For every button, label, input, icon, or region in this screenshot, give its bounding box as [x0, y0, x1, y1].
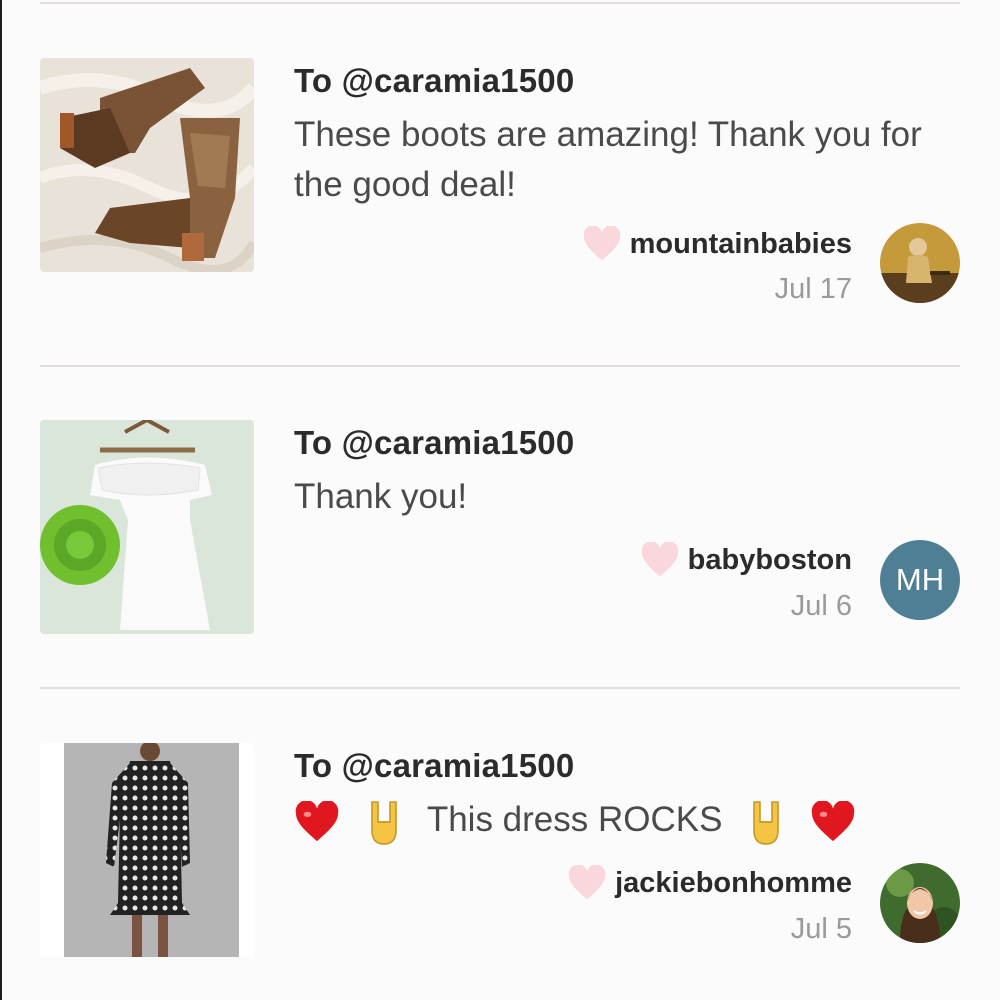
review-card: To @caramia1500 Thank you! babyboston Ju…: [40, 420, 960, 660]
avatar[interactable]: [880, 863, 960, 943]
message-text: This dress ROCKS: [426, 800, 723, 839]
boots-thumbnail[interactable]: [40, 58, 254, 272]
sender[interactable]: mountainbabies: [582, 226, 852, 262]
recipient[interactable]: To @caramia1500: [294, 747, 574, 785]
username[interactable]: jackiebonhomme: [615, 867, 852, 900]
sender[interactable]: babyboston: [640, 542, 852, 578]
review-date: Jul 5: [790, 913, 852, 945]
window-edge: [0, 0, 2, 1000]
review-message: Thank you!: [294, 477, 468, 516]
dress-thumbnail[interactable]: [40, 420, 254, 634]
recipient[interactable]: To @caramia1500: [294, 62, 574, 100]
username[interactable]: babyboston: [688, 544, 852, 577]
heart-icon: [583, 226, 620, 261]
review-message: These boots are amazing! Thank you for t…: [294, 115, 922, 204]
sender[interactable]: jackiebonhomme: [567, 865, 852, 901]
wrap-dress-thumbnail[interactable]: [40, 743, 254, 957]
divider: [40, 2, 960, 4]
review-date: Jul 6: [790, 590, 852, 622]
rock-on-hand-icon: [746, 798, 786, 846]
heart-icon: [641, 542, 678, 577]
rock-on-hand-icon: [364, 798, 404, 846]
recipient[interactable]: To @caramia1500: [294, 424, 574, 462]
red-heart-icon: [294, 800, 340, 843]
username[interactable]: mountainbabies: [630, 228, 852, 261]
heart-icon: [568, 865, 606, 900]
avatar[interactable]: MH: [880, 540, 960, 620]
divider: [40, 687, 960, 689]
avatar[interactable]: [880, 223, 960, 303]
review-message: This dress ROCKS: [294, 795, 954, 846]
review-date: Jul 17: [774, 273, 852, 305]
review-card: To @caramia1500 These boots are amazing!…: [40, 58, 960, 305]
divider: [40, 365, 960, 367]
red-heart-icon: [810, 800, 856, 843]
review-card: To @caramia1500 This dress ROCKS jackieb…: [40, 743, 960, 983]
